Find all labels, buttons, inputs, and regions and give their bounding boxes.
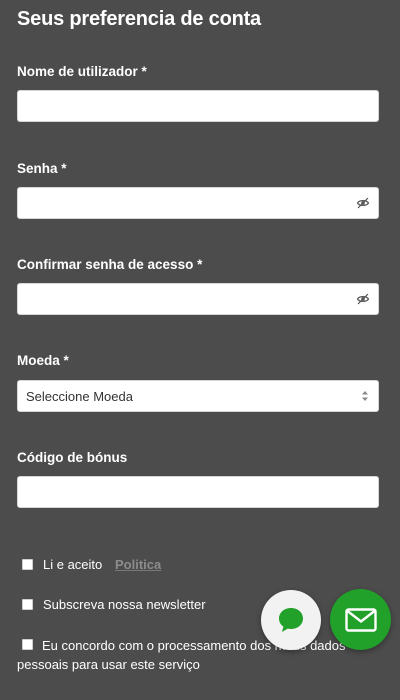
currency-selected-value: Seleccione Moeda — [26, 389, 133, 404]
policy-link[interactable]: Politica — [115, 557, 161, 572]
page-title: Seus preferencia de conta — [17, 8, 261, 30]
password-label: Senha * — [17, 161, 67, 176]
live-chat-button[interactable] — [261, 590, 321, 650]
data-processing-label: Eu concordo com o processamento dos meus… — [17, 638, 346, 672]
password-field[interactable] — [17, 187, 379, 219]
hide-password-icon[interactable] — [356, 196, 370, 210]
bonus-code-label: Código de bónus — [17, 450, 128, 465]
hide-confirm-password-icon[interactable] — [356, 292, 370, 306]
username-field[interactable] — [17, 90, 379, 122]
select-arrows-icon — [362, 391, 368, 401]
confirm-password-label: Confirmar senha de acesso * — [17, 257, 203, 272]
policy-consent-label: Li e aceito — [43, 557, 103, 572]
newsletter-checkbox[interactable] — [22, 599, 33, 610]
chat-bubble-icon — [279, 608, 303, 632]
username-label: Nome de utilizador * — [17, 64, 147, 79]
currency-label: Moeda * — [17, 353, 69, 368]
envelope-icon — [345, 608, 377, 632]
policy-checkbox[interactable] — [22, 559, 33, 570]
confirm-password-field[interactable] — [17, 283, 379, 315]
contact-email-button[interactable] — [330, 589, 391, 650]
bonus-code-field[interactable] — [17, 476, 379, 508]
currency-select[interactable]: Seleccione Moeda — [17, 380, 379, 412]
registration-form: Seus preferencia de conta Nome de utiliz… — [0, 0, 400, 700]
newsletter-label: Subscreva nossa newsletter — [43, 597, 206, 612]
